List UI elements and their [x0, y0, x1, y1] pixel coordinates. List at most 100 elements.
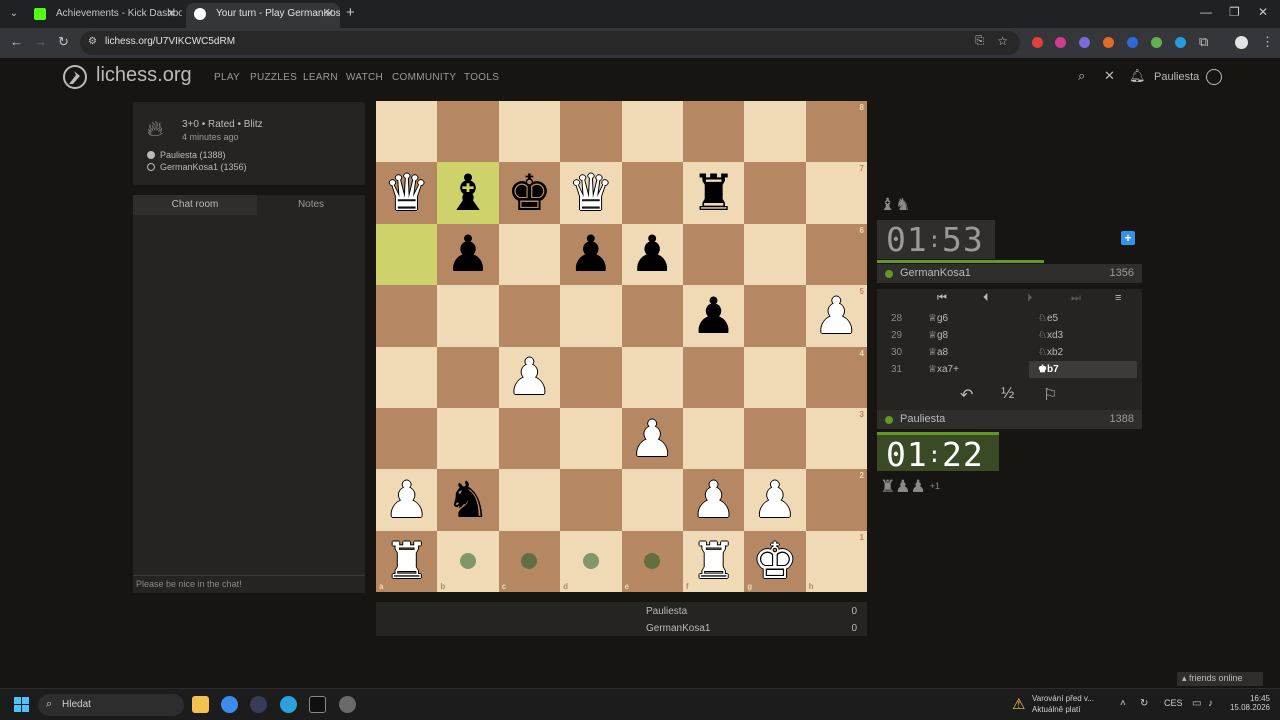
tab-chat-room[interactable]: Chat room [133, 195, 257, 215]
address-bar[interactable]: ⚙ lichess.org/U7VIKCWC5dRM ⎘ ☆ [80, 31, 1020, 55]
my-name[interactable]: Pauliesta [900, 413, 945, 425]
square-b4[interactable] [437, 346, 499, 408]
close-tab-icon[interactable]: ✕ [167, 3, 176, 25]
square-d5[interactable] [560, 285, 622, 347]
nav-community[interactable]: COMMUNITY [392, 72, 456, 83]
square-a5[interactable] [376, 285, 438, 347]
white-rook-icon[interactable]: ♜ [691, 536, 736, 586]
square-h7[interactable]: 7 [805, 162, 867, 224]
square-g8[interactable] [744, 101, 806, 163]
square-h3[interactable]: 3 [805, 407, 867, 470]
user-avatar-icon[interactable] [1206, 69, 1222, 85]
app-icon[interactable] [309, 696, 326, 713]
black-pawn-icon[interactable]: ♟ [691, 291, 736, 341]
reload-icon[interactable]: ↻ [58, 34, 69, 50]
black-bishop-icon[interactable]: ♝ [446, 168, 491, 218]
square-e5[interactable] [621, 285, 683, 347]
black-rook-icon[interactable]: ♜ [691, 168, 736, 218]
maximize-icon[interactable]: ❐ [1229, 5, 1240, 19]
lichess-logo-icon[interactable] [62, 64, 88, 90]
close-tab-icon[interactable]: ✕ [325, 3, 334, 25]
white-pawn-icon[interactable]: ♟ [814, 291, 859, 341]
tab-notes[interactable]: Notes [257, 195, 365, 215]
obs-icon[interactable] [250, 696, 267, 713]
forward-icon[interactable]: → [34, 34, 47, 49]
black-pawn-icon[interactable]: ♟ [630, 229, 675, 279]
white-queen-icon[interactable]: ♛ [568, 168, 613, 218]
white-player-name[interactable]: Pauliesta (1388) [160, 150, 226, 160]
square-g4[interactable] [744, 346, 806, 408]
nav-watch[interactable]: WATCH [346, 72, 383, 83]
square-e3[interactable]: ♟ [621, 407, 683, 470]
square-h6[interactable]: 6 [805, 223, 867, 286]
square-e4[interactable] [621, 346, 683, 408]
chrome-icon[interactable] [221, 696, 238, 713]
square-f1[interactable]: ♜ f [682, 530, 745, 592]
square-g3[interactable] [744, 407, 806, 470]
black-move[interactable]: ♘xd3 [1029, 327, 1137, 344]
bookmark-star-icon[interactable]: ☆ [997, 34, 1008, 48]
tray-chevron-icon[interactable]: ˄ [1120, 698, 1126, 709]
square-c5[interactable] [498, 285, 561, 347]
square-b8[interactable] [437, 101, 499, 163]
extension-icon[interactable] [1032, 37, 1043, 48]
site-info-icon[interactable]: ⚙ [88, 36, 97, 47]
nav-learn[interactable]: LEARN [303, 72, 338, 83]
volume-icon[interactable]: ♪ [1208, 698, 1213, 709]
extension-icon[interactable] [1055, 37, 1066, 48]
move-destination-dot[interactable] [644, 553, 661, 570]
square-f8[interactable] [682, 101, 745, 163]
black-move-current[interactable]: ♚b7 [1029, 361, 1137, 378]
back-icon[interactable]: ← [10, 34, 23, 49]
square-c8[interactable] [498, 101, 561, 163]
url-text[interactable]: lichess.org/U7VIKCWC5dRM [105, 36, 235, 47]
square-h5[interactable]: ♟ 5 [805, 285, 867, 347]
square-e2[interactable] [621, 469, 683, 531]
browser-menu-icon[interactable]: ⋮ [1261, 34, 1274, 50]
extension-icon[interactable] [1151, 37, 1162, 48]
square-f3[interactable] [682, 407, 745, 470]
square-b7[interactable]: ♝ [437, 162, 499, 224]
menu-hamburger-icon[interactable]: ≡ [1115, 292, 1121, 304]
offer-draw-icon[interactable]: ½ [1001, 385, 1014, 403]
site-logo-text[interactable]: lichess.org [96, 64, 192, 87]
extensions-puzzle-icon[interactable]: ⧉ [1199, 34, 1208, 50]
notification-bell-icon[interactable]: 🔔︎ [1129, 68, 1146, 84]
white-pawn-icon[interactable]: ♟ [384, 475, 429, 525]
white-rook-icon[interactable]: ♜ [384, 536, 429, 586]
square-g1[interactable]: ♚ g [744, 530, 806, 592]
square-a6[interactable] [376, 223, 438, 286]
square-c1[interactable]: c [498, 530, 561, 592]
black-player[interactable]: GermanKosa1 (1356) [147, 162, 247, 172]
black-king-icon[interactable]: ♚ [507, 168, 552, 218]
profile-avatar-icon[interactable] [1235, 36, 1248, 49]
first-move-icon[interactable]: ⏮ [937, 292, 947, 305]
friends-online-button[interactable]: ▴ friends online [1177, 672, 1263, 686]
square-c7[interactable]: ♚ [498, 162, 561, 224]
opponent-player-bar[interactable]: GermanKosa1 1356 [877, 264, 1142, 283]
square-f2[interactable]: ♟ [682, 469, 745, 531]
taskbar-clock[interactable]: 16:45 15.08.2026 [1226, 694, 1270, 712]
square-f7[interactable]: ♜ [682, 162, 745, 224]
nav-tools[interactable]: TOOLS [464, 72, 499, 83]
square-h2[interactable]: 2 [805, 469, 867, 531]
white-pawn-icon[interactable]: ♟ [753, 475, 798, 525]
square-d3[interactable] [560, 407, 622, 470]
extension-icon[interactable] [1175, 37, 1186, 48]
square-g6[interactable] [744, 223, 806, 286]
last-move-icon[interactable]: ⏭ [1071, 292, 1081, 305]
user-menu[interactable]: Pauliesta [1154, 71, 1199, 83]
black-move[interactable]: ♘e5 [1029, 310, 1137, 327]
square-d2[interactable] [560, 469, 622, 531]
square-g7[interactable] [744, 162, 806, 224]
next-move-icon[interactable]: ⏵ [1027, 292, 1033, 305]
square-c3[interactable] [498, 407, 561, 470]
square-b5[interactable] [437, 285, 499, 347]
resign-flag-icon[interactable]: ⚐ [1043, 385, 1057, 405]
square-e7[interactable] [621, 162, 683, 224]
black-move[interactable]: ♘xb2 [1029, 344, 1137, 361]
square-a1[interactable]: ♜ a [376, 530, 438, 592]
add-time-button[interactable]: + [1121, 231, 1135, 245]
new-tab-icon[interactable]: + [346, 4, 355, 21]
chat-input[interactable]: Please be nice in the chat! [133, 575, 365, 593]
